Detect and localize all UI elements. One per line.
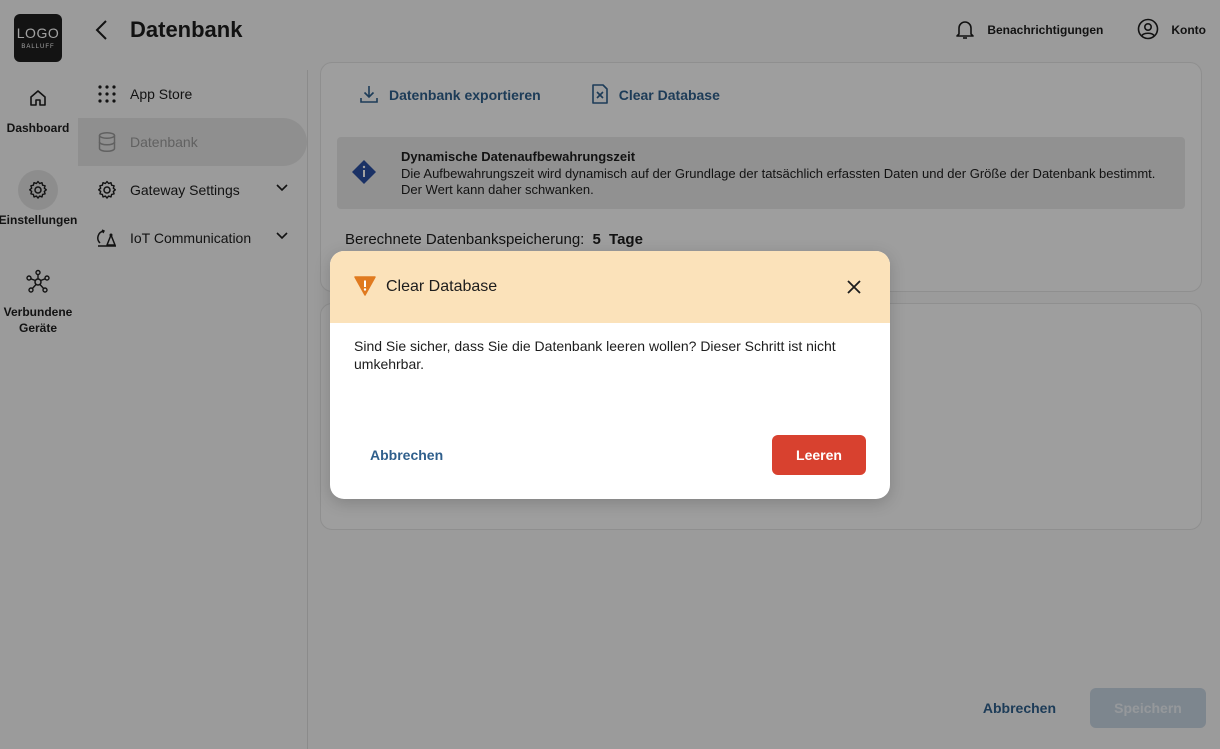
clear-database-dialog: Clear Database Sind Sie sicher, dass Sie… bbox=[330, 251, 890, 499]
warning-icon bbox=[354, 276, 376, 301]
dialog-cancel-button[interactable]: Abbrechen bbox=[370, 445, 443, 465]
dialog-message: Sind Sie sicher, dass Sie die Datenbank … bbox=[354, 338, 836, 372]
dialog-header: Clear Database bbox=[330, 251, 890, 323]
dialog-confirm-button[interactable]: Leeren bbox=[772, 435, 866, 475]
close-icon[interactable] bbox=[842, 275, 866, 299]
dialog-title: Clear Database bbox=[386, 278, 498, 295]
